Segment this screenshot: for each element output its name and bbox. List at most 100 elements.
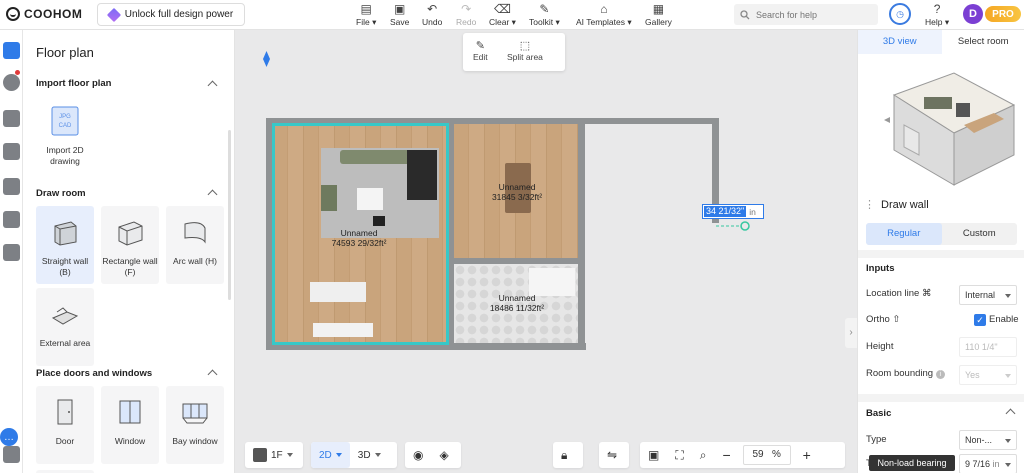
svg-text:CAD: CAD [59, 123, 72, 129]
edit-button[interactable]: ✎ Edit [473, 39, 488, 62]
toolbar-undo[interactable]: ↶ Undo [422, 2, 442, 27]
render-camera-icon[interactable] [3, 178, 20, 195]
clear-icon: ⌫ [493, 2, 511, 16]
home-icon[interactable] [3, 244, 20, 261]
keyboard-icon[interactable] [3, 446, 20, 463]
room-label-bathroom[interactable]: Unnamed 18486 11/32ft² [467, 293, 567, 313]
toolbar-file[interactable]: ▤ File ▾ [356, 2, 376, 28]
toolbar-save[interactable]: ▣ Save [390, 2, 409, 27]
edit-icon: ✎ [475, 40, 485, 52]
model-library-icon[interactable] [3, 143, 20, 160]
toggle-settings-button[interactable]: ⇋ [599, 442, 629, 468]
eye-icon: ◉ [413, 448, 424, 462]
import-floor-plan-header[interactable]: Import floor plan [36, 78, 111, 89]
app-logo[interactable]: COOHOM [6, 7, 82, 21]
ai-assistant-icon[interactable] [3, 74, 20, 91]
toolbar-ai-templates[interactable]: ⌂ AI Templates ▾ [576, 2, 632, 28]
zoom-area-button[interactable]: ⌕ [692, 442, 715, 468]
room-bounding-select[interactable]: Yes [959, 365, 1017, 385]
bay-window-card[interactable]: Bay window [166, 386, 224, 464]
left-icon-rail: … [0, 30, 23, 473]
3d-preview-thumbnail[interactable] [864, 55, 1022, 190]
fit-view-button[interactable]: ⛶ [667, 442, 691, 468]
help-button[interactable]: ? Help ▾ [925, 2, 949, 28]
location-line-select[interactable]: Internal [959, 285, 1017, 305]
coohom-logo-icon [6, 7, 20, 21]
tab-select-room[interactable]: Select room [942, 30, 1024, 54]
view-3d-button[interactable]: 3D [350, 442, 389, 468]
wall-type-tooltip: Non-load bearing [869, 455, 955, 471]
design-canvas[interactable]: ✎ Edit ⬚ Split area Unnamed 74593 29/32f… [235, 30, 857, 473]
view-2d-button[interactable]: 2D [311, 442, 350, 468]
toolbar-clear[interactable]: ⌫ Clear ▾ [489, 2, 516, 28]
chevron-up-icon[interactable] [207, 369, 218, 380]
floor-switcher[interactable]: 1F [245, 442, 303, 468]
height-input[interactable]: 110 1/4" [959, 337, 1017, 357]
wall-length-input[interactable]: 34 21/32" in [702, 204, 764, 219]
drag-handle-icon[interactable]: ⋮ [864, 198, 875, 211]
thickness-input[interactable]: 9 7/16 in [959, 454, 1017, 473]
split-area-icon: ⬚ [519, 40, 531, 52]
room-label-dining[interactable]: Unnamed 31845 3/32ft² [467, 182, 567, 202]
minus-icon: − [722, 447, 731, 463]
room-label-living[interactable]: Unnamed 74593 29/32ft² [309, 228, 409, 248]
task-clock-icon[interactable]: ◷ [889, 3, 911, 25]
regular-mode-button[interactable]: Regular [866, 223, 942, 245]
straight-wall-card[interactable]: Straight wall (B) [36, 206, 94, 284]
external-area-card[interactable]: External area [36, 288, 94, 366]
unlock-design-power-button[interactable]: Unlock full design power [97, 3, 245, 26]
chevron-down-icon [335, 453, 342, 457]
chat-support-icon[interactable]: … [0, 428, 18, 446]
ortho-checkbox[interactable]: ✓ [974, 314, 986, 326]
door-card[interactable]: Door [36, 386, 94, 464]
camera-icon: ▣ [648, 448, 660, 462]
chevron-up-icon[interactable] [1005, 408, 1016, 419]
floor-plan-panel: Floor plan Import floor plan JPG CAD Imp… [23, 30, 235, 473]
lock-button[interactable]: 🔒︎ [553, 442, 583, 468]
floor-plan-tool-icon[interactable] [3, 42, 20, 59]
rectangle-wall-card[interactable]: Rectangle wall (F) [101, 206, 159, 284]
tab-3d-view[interactable]: 3D view [858, 30, 942, 54]
cube-view-button[interactable]: ◈ [431, 442, 456, 468]
custom-mode-button[interactable]: Custom [942, 223, 1018, 245]
search-input[interactable] [756, 9, 866, 20]
undo-icon: ↶ [427, 2, 438, 16]
window-card[interactable]: Window [101, 386, 159, 464]
panel-scrollbar[interactable] [228, 130, 231, 300]
user-avatar[interactable]: D [963, 4, 983, 24]
zoom-in-button[interactable]: + [795, 442, 819, 468]
edit-popup: ✎ Edit ⬚ Split area [463, 33, 565, 71]
storage-icon[interactable] [3, 211, 20, 228]
wall-type-select[interactable]: Non-... [959, 430, 1017, 450]
shift-icon: ⇧ [892, 314, 901, 325]
toolbar-gallery[interactable]: ▦ Gallery [645, 2, 672, 27]
chevron-up-icon[interactable] [207, 189, 218, 200]
pro-badge[interactable]: PRO [985, 6, 1021, 22]
zoom-search-icon: ⌕ [699, 447, 707, 462]
draw-room-header[interactable]: Draw room [36, 188, 86, 199]
bathtub[interactable] [529, 268, 575, 296]
furniture-icon[interactable] [3, 110, 20, 127]
import-file-icon: JPG CAD [51, 106, 79, 136]
door-icon [57, 399, 73, 425]
rectangle-wall-icon [118, 221, 143, 246]
zoom-level[interactable]: 59 % [739, 442, 795, 468]
chevron-down-icon [374, 453, 381, 457]
toolbar-redo[interactable]: ↷ Redo [456, 2, 476, 27]
split-area-button[interactable]: ⬚ Split area [507, 39, 543, 62]
arc-wall-card[interactable]: Arc wall (H) [166, 206, 224, 284]
collapse-right-panel-button[interactable]: › [845, 318, 857, 348]
basic-header[interactable]: Basic [866, 408, 891, 419]
drawing-cursor-icon [716, 221, 750, 231]
zoom-out-button[interactable]: − [714, 442, 738, 468]
visibility-button[interactable]: ◉ [405, 442, 431, 468]
import-2d-drawing-card[interactable]: JPG CAD Import 2D drawing [36, 95, 94, 173]
chevron-up-icon[interactable] [207, 80, 218, 91]
external-area-icon [51, 307, 79, 325]
toolbar-toolkit[interactable]: ✎ Toolkit ▾ [529, 2, 560, 28]
svg-text:JPG: JPG [59, 114, 71, 120]
snapshot-button[interactable]: ▣ [640, 442, 667, 468]
wall-right-inner[interactable] [578, 118, 585, 350]
search-bar[interactable] [734, 4, 878, 25]
doors-windows-header[interactable]: Place doors and windows [36, 368, 152, 379]
